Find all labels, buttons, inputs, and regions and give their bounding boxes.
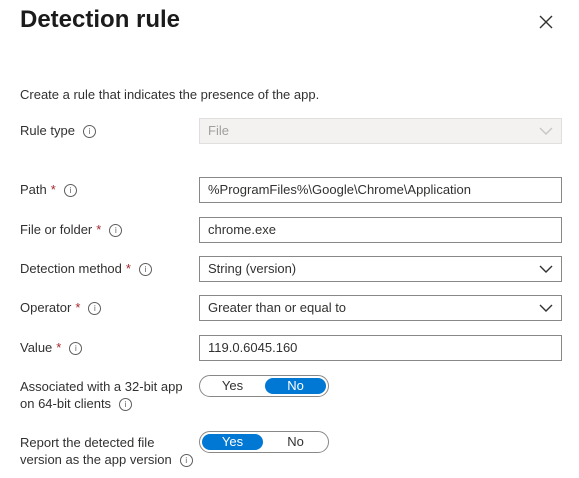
report-version-toggle[interactable]: Yes No — [199, 431, 329, 453]
toggle-yes[interactable]: Yes — [202, 378, 263, 394]
associated-32bit-toggle[interactable]: Yes No — [199, 375, 329, 397]
info-icon[interactable]: i — [138, 263, 152, 276]
path-label: Path * i — [20, 181, 77, 198]
file-or-folder-input[interactable]: chrome.exe — [199, 217, 562, 243]
info-icon[interactable]: i — [82, 125, 96, 138]
report-version-label: Report the detected file version as the … — [20, 434, 193, 468]
chevron-down-icon — [539, 127, 553, 135]
rule-type-select: File — [199, 118, 562, 144]
path-input[interactable]: %ProgramFiles%\Google\Chrome\Application — [199, 177, 562, 203]
value-input[interactable]: 119.0.6045.160 — [199, 335, 562, 361]
detection-method-select[interactable]: String (version) — [199, 256, 562, 282]
file-or-folder-label: File or folder * i — [20, 221, 123, 238]
chevron-down-icon — [539, 265, 553, 273]
required-marker: * — [50, 182, 56, 197]
required-marker: * — [96, 222, 102, 237]
info-icon[interactable]: i — [109, 224, 123, 237]
value-label: Value * i — [20, 339, 83, 356]
chevron-down-icon — [539, 304, 553, 312]
operator-select[interactable]: Greater than or equal to — [199, 295, 562, 321]
info-icon[interactable]: i — [119, 398, 133, 411]
info-icon[interactable]: i — [69, 342, 83, 355]
rule-type-value: File — [208, 123, 229, 138]
info-icon[interactable]: i — [179, 454, 193, 467]
description-text: Create a rule that indicates the presenc… — [20, 87, 320, 102]
close-icon[interactable] — [536, 12, 556, 32]
toggle-no[interactable]: No — [265, 378, 326, 394]
required-marker: * — [56, 340, 62, 355]
required-marker: * — [125, 261, 131, 276]
operator-label: Operator * i — [20, 299, 102, 316]
detection-method-label: Detection method * i — [20, 260, 152, 277]
toggle-no[interactable]: No — [265, 434, 326, 450]
page-title: Detection rule — [20, 6, 181, 33]
toggle-yes[interactable]: Yes — [202, 434, 263, 450]
rule-type-label: Rule type i — [20, 122, 96, 139]
info-icon[interactable]: i — [88, 302, 102, 315]
required-marker: * — [75, 300, 81, 315]
associated-32bit-label: Associated with a 32-bit app on 64-bit c… — [20, 379, 183, 411]
info-icon[interactable]: i — [63, 184, 77, 197]
